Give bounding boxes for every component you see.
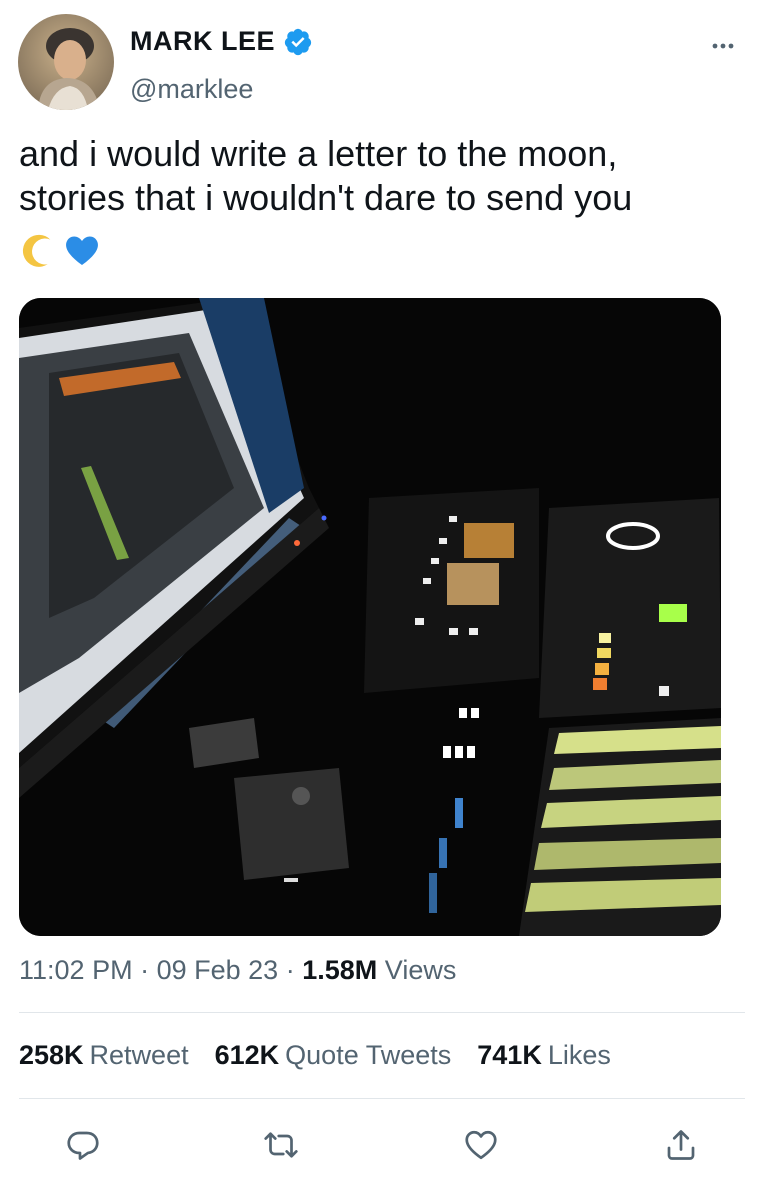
- tweet-text-line: stories that i wouldn't dare to send you: [19, 177, 633, 218]
- tweet-time[interactable]: 11:02 PM: [19, 955, 133, 985]
- like-button[interactable]: [454, 1118, 508, 1172]
- tweet-date[interactable]: 09 Feb 23: [157, 955, 279, 985]
- heart-icon: [465, 1130, 497, 1160]
- tweet-text-line: and i would write a letter to the moon,: [19, 133, 618, 174]
- likes-stat[interactable]: 741K Likes: [477, 1040, 611, 1071]
- likes-count: 741K: [477, 1040, 542, 1070]
- meta-separator: ·: [285, 955, 295, 985]
- tweet-text: and i would write a letter to the moon, …: [19, 132, 749, 220]
- tweet-header: MARK LEE @marklee: [0, 0, 763, 120]
- tweet-meta: 11:02 PM · 09 Feb 23 · 1.58M Views: [19, 955, 456, 986]
- views-label: Views: [384, 955, 457, 985]
- crescent-moon-icon: [23, 234, 51, 267]
- reply-button[interactable]: [56, 1118, 110, 1172]
- retweet-icon: [264, 1132, 298, 1158]
- share-button[interactable]: [654, 1118, 708, 1172]
- blue-heart-icon: [66, 236, 98, 265]
- divider: [19, 1098, 745, 1099]
- more-options-icon[interactable]: [711, 34, 735, 58]
- user-handle[interactable]: @marklee: [130, 74, 253, 105]
- reply-icon: [67, 1131, 99, 1160]
- retweets-label: Retweet: [89, 1040, 189, 1070]
- retweet-button[interactable]: [254, 1118, 308, 1172]
- studio-photo: [19, 298, 721, 936]
- tweet-actions: [0, 1118, 763, 1172]
- retweets-count: 258K: [19, 1040, 84, 1070]
- quote-tweets-stat[interactable]: 612K Quote Tweets: [215, 1040, 452, 1071]
- likes-label: Likes: [547, 1040, 611, 1070]
- divider: [19, 1012, 745, 1013]
- name-row: MARK LEE: [130, 26, 313, 57]
- emoji-row: [18, 228, 102, 272]
- avatar-image: [18, 14, 114, 110]
- tweet-stats: 258K Retweet 612K Quote Tweets 741K Likes: [19, 1040, 611, 1071]
- tweet-media-photo[interactable]: [19, 298, 721, 936]
- verified-badge-icon: [284, 28, 312, 55]
- meta-separator: ·: [140, 955, 150, 985]
- display-name[interactable]: MARK LEE: [130, 26, 275, 57]
- quote-tweets-label: Quote Tweets: [285, 1040, 452, 1070]
- avatar[interactable]: [18, 14, 114, 110]
- share-icon: [667, 1130, 695, 1160]
- views-count: 1.58M: [302, 955, 378, 985]
- quote-tweets-count: 612K: [214, 1040, 280, 1070]
- retweets-stat[interactable]: 258K Retweet: [19, 1040, 189, 1071]
